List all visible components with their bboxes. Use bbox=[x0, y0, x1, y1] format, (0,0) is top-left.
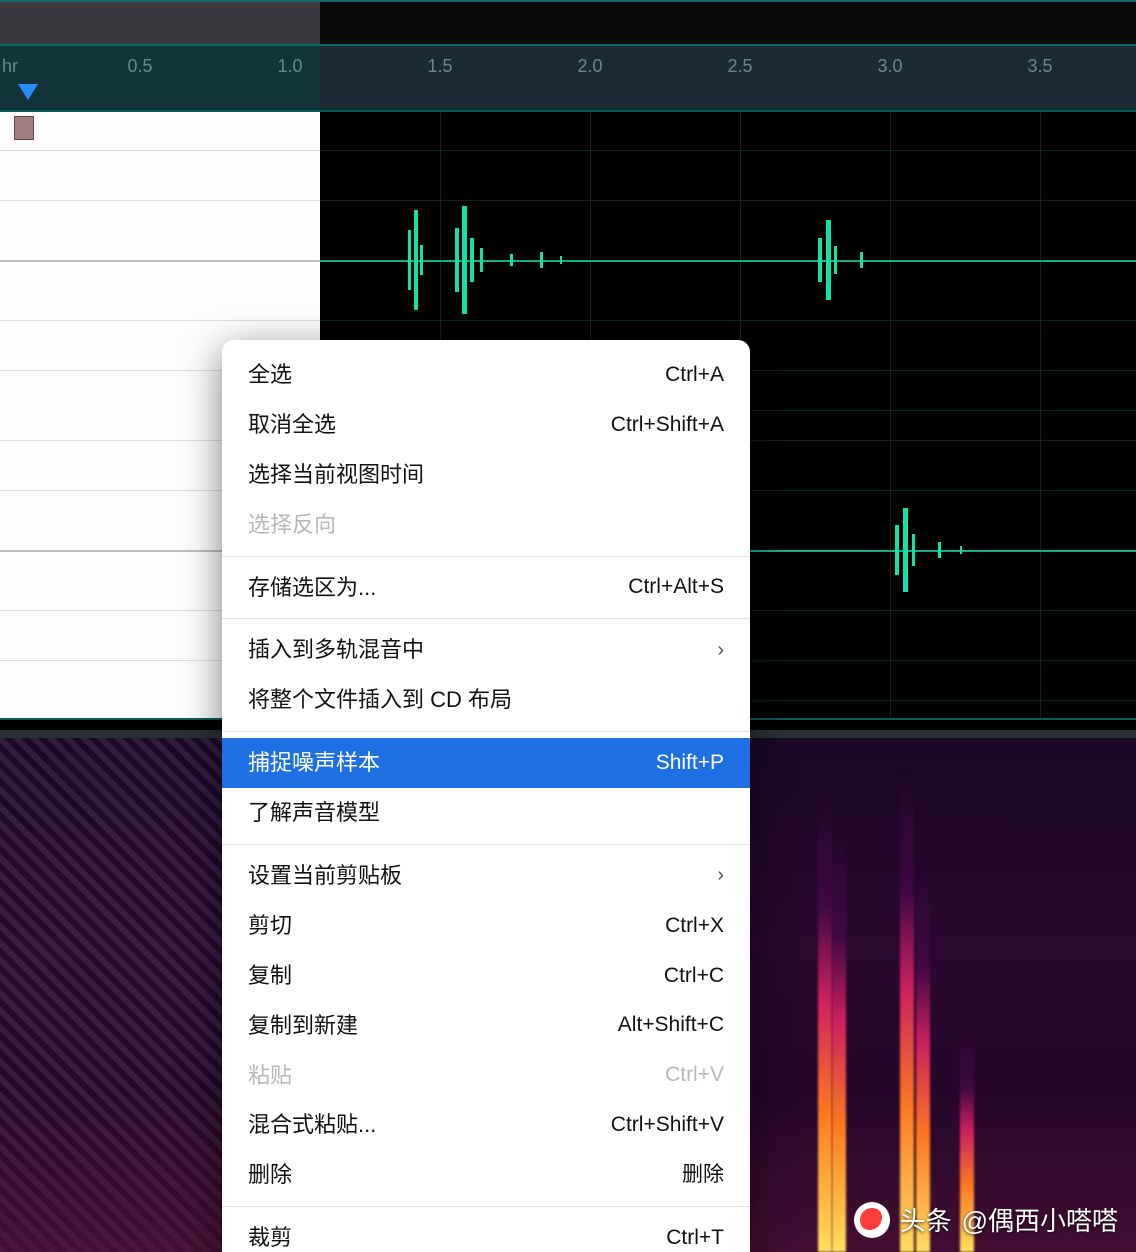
menu-item[interactable]: 将整个文件插入到 CD 布局 bbox=[222, 675, 750, 725]
menu-item-label: 存储选区为... bbox=[248, 572, 376, 604]
ruler-tick: 2.5 bbox=[727, 56, 752, 77]
menu-item[interactable]: 全选 Ctrl+A bbox=[222, 350, 750, 400]
menu-item-label: 插入到多轨混音中 bbox=[248, 634, 424, 666]
menu-item-label: 选择反向 bbox=[248, 509, 336, 541]
menu-item[interactable]: 混合式粘贴... Ctrl+Shift+V bbox=[222, 1100, 750, 1150]
ruler-tick: 0.5 bbox=[127, 56, 152, 77]
ruler-tick: 1.5 bbox=[427, 56, 452, 77]
ruler-tick: 3.5 bbox=[1027, 56, 1052, 77]
grid-line bbox=[890, 110, 891, 720]
menu-item: 选择反向 bbox=[222, 500, 750, 550]
menu-item-label: 捕捉噪声样本 bbox=[248, 747, 380, 779]
context-menu: 全选 Ctrl+A 取消全选 Ctrl+Shift+A 选择当前视图时间选择反向存储选区… bbox=[222, 340, 750, 1252]
menu-item-label: 裁剪 bbox=[248, 1222, 292, 1252]
menu-item-label: 剪切 bbox=[248, 910, 292, 942]
menu-separator bbox=[222, 731, 750, 732]
menu-item-label: 混合式粘贴... bbox=[248, 1109, 376, 1141]
menu-item-shortcut: Ctrl+Shift+V bbox=[611, 1110, 724, 1140]
menu-item-label: 将整个文件插入到 CD 布局 bbox=[248, 684, 512, 716]
menu-item-shortcut: 删除 bbox=[682, 1160, 724, 1190]
spectrogram-energy bbox=[900, 772, 914, 1252]
menu-separator bbox=[222, 844, 750, 845]
menu-item[interactable]: 取消全选 Ctrl+Shift+A bbox=[222, 400, 750, 450]
menu-separator bbox=[222, 618, 750, 619]
menu-item-label: 复制 bbox=[248, 960, 292, 992]
menu-separator bbox=[222, 556, 750, 557]
chevron-right-icon: › bbox=[717, 636, 724, 665]
menu-item-shortcut: Alt+Shift+C bbox=[618, 1010, 724, 1040]
menu-item[interactable]: 裁剪 Ctrl+T bbox=[222, 1213, 750, 1252]
menu-item-label: 了解声音模型 bbox=[248, 797, 380, 829]
overview-selection bbox=[0, 2, 320, 44]
ruler-unit-label: hr bbox=[2, 56, 18, 77]
watermark-prefix: 头条 bbox=[900, 1201, 952, 1238]
menu-item[interactable]: 复制到新建 Alt+Shift+C bbox=[222, 1001, 750, 1051]
ruler-tick: 1.0 bbox=[277, 56, 302, 77]
menu-item-label: 取消全选 bbox=[248, 409, 336, 441]
menu-item-label: 选择当前视图时间 bbox=[248, 459, 424, 491]
chevron-right-icon: › bbox=[717, 861, 724, 890]
menu-item-label: 设置当前剪贴板 bbox=[248, 860, 402, 892]
menu-item[interactable]: 捕捉噪声样本 Shift+P bbox=[222, 738, 750, 788]
grid-line bbox=[1040, 110, 1041, 720]
menu-item[interactable]: 设置当前剪贴板 › bbox=[222, 851, 750, 901]
watermark: 头条 @偶西小嗒嗒 bbox=[854, 1201, 1118, 1238]
menu-separator bbox=[222, 1206, 750, 1207]
toutiao-logo-icon bbox=[854, 1202, 890, 1238]
menu-item[interactable]: 剪切 Ctrl+X bbox=[222, 901, 750, 951]
menu-item-shortcut: Ctrl+Shift+A bbox=[611, 410, 724, 440]
ruler-tick: 3.0 bbox=[877, 56, 902, 77]
menu-item[interactable]: 了解声音模型 bbox=[222, 788, 750, 838]
menu-item-shortcut: Shift+P bbox=[656, 748, 724, 778]
menu-item-shortcut: Ctrl+A bbox=[665, 360, 724, 390]
menu-item-shortcut: Ctrl+T bbox=[666, 1223, 724, 1252]
spectrogram-energy bbox=[832, 832, 846, 1252]
marker-flag-icon[interactable] bbox=[14, 116, 34, 140]
spectrogram-energy bbox=[818, 792, 832, 1252]
ruler-tick: 2.0 bbox=[577, 56, 602, 77]
spectrogram-energy bbox=[916, 872, 930, 1252]
menu-item-shortcut: Ctrl+C bbox=[664, 961, 724, 991]
watermark-handle: @偶西小嗒嗒 bbox=[962, 1201, 1118, 1238]
menu-item: 粘贴 Ctrl+V bbox=[222, 1051, 750, 1101]
menu-item-label: 全选 bbox=[248, 359, 292, 391]
ruler-selection bbox=[0, 46, 320, 108]
menu-item-shortcut: Ctrl+X bbox=[665, 911, 724, 941]
menu-item[interactable]: 插入到多轨混音中 › bbox=[222, 625, 750, 675]
menu-item-label: 删除 bbox=[248, 1159, 292, 1191]
menu-item-label: 粘贴 bbox=[248, 1060, 292, 1092]
time-ruler[interactable]: hr 0.5 1.0 1.5 2.0 2.5 3.0 3.5 bbox=[0, 46, 1136, 110]
playhead-icon[interactable] bbox=[18, 84, 38, 100]
menu-item[interactable]: 复制 Ctrl+C bbox=[222, 951, 750, 1001]
menu-item[interactable]: 存储选区为... Ctrl+Alt+S bbox=[222, 563, 750, 613]
menu-item[interactable]: 选择当前视图时间 bbox=[222, 450, 750, 500]
menu-item-label: 复制到新建 bbox=[248, 1010, 358, 1042]
menu-item[interactable]: 删除 删除 bbox=[222, 1150, 750, 1200]
menu-item-shortcut: Ctrl+Alt+S bbox=[628, 572, 724, 602]
menu-item-shortcut: Ctrl+V bbox=[665, 1060, 724, 1090]
overview-strip[interactable] bbox=[0, 0, 1136, 46]
